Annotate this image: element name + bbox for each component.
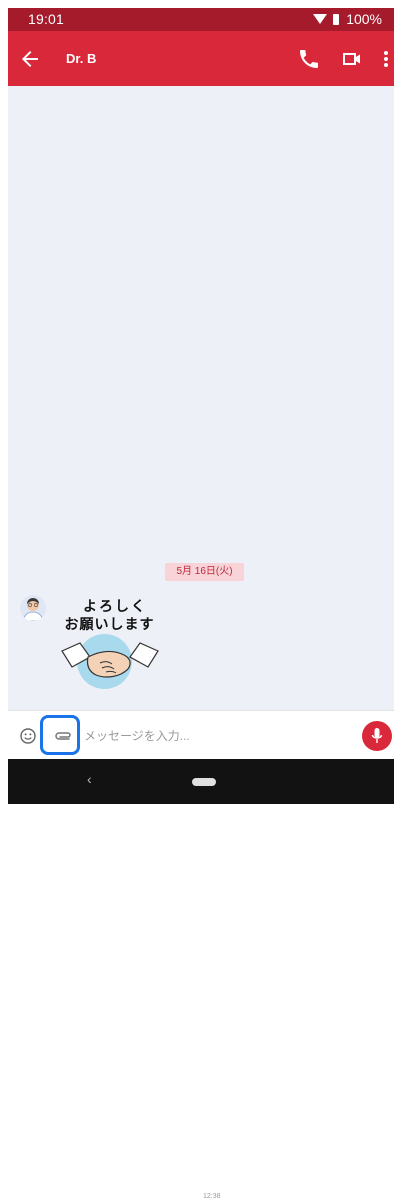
attach-icon bbox=[55, 732, 71, 740]
screen: 19:01 100% Dr. B 5月 16日(火) よろしく お願いします 1… bbox=[0, 0, 394, 1200]
status-time: 19:01 bbox=[28, 11, 65, 27]
avatar[interactable] bbox=[20, 595, 46, 621]
status-bar: 19:01 100% bbox=[8, 8, 394, 31]
nav-back-icon[interactable]: ‹ bbox=[87, 771, 92, 787]
nav-bar: ‹ bbox=[8, 759, 394, 804]
mic-button[interactable] bbox=[362, 721, 392, 751]
nav-home-icon[interactable] bbox=[192, 778, 216, 786]
sticker-text-line2: お願いします bbox=[64, 616, 155, 632]
sticker-text-line1: よろしく bbox=[83, 598, 147, 614]
chat-title: Dr. B bbox=[66, 51, 97, 66]
battery-icon bbox=[333, 13, 340, 25]
mic-icon bbox=[371, 728, 383, 743]
app-bar: Dr. B bbox=[8, 31, 394, 86]
status-indicators: 100% bbox=[313, 11, 382, 27]
back-arrow-icon[interactable] bbox=[18, 47, 42, 71]
emoji-icon[interactable] bbox=[20, 728, 36, 744]
battery-level: 100% bbox=[346, 11, 382, 27]
wifi-icon bbox=[313, 14, 328, 24]
chat-area[interactable]: 5月 16日(火) よろしく お願いします 12:38 bbox=[8, 86, 394, 1200]
attach-button[interactable] bbox=[40, 715, 80, 755]
message-time: 12:38 bbox=[203, 1193, 221, 1200]
video-icon[interactable] bbox=[340, 47, 364, 71]
message-input[interactable] bbox=[82, 723, 346, 749]
more-vert-icon[interactable] bbox=[378, 47, 394, 71]
sticker-message[interactable]: よろしく お願いします 12:38 bbox=[52, 592, 221, 1200]
date-chip: 5月 16日(火) bbox=[165, 563, 244, 581]
handshake-icon bbox=[61, 642, 159, 678]
input-bar bbox=[8, 710, 394, 760]
phone-icon[interactable] bbox=[297, 47, 321, 71]
